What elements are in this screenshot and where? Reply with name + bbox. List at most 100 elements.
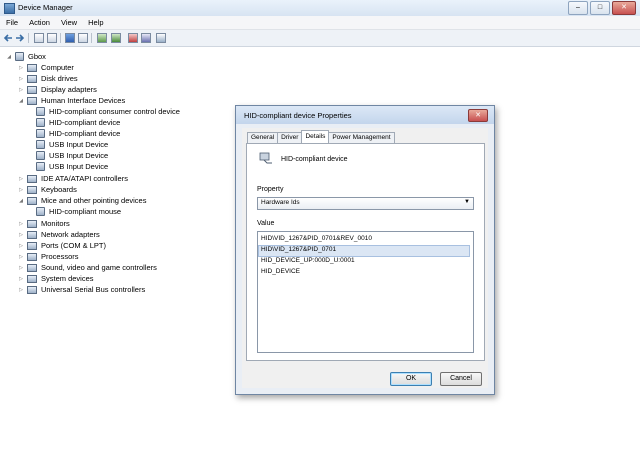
hid-device-icon: [36, 140, 45, 149]
expand-icon[interactable]: ▷: [18, 265, 24, 271]
ide-controller-icon: [27, 174, 37, 183]
keyboard-icon: [27, 185, 37, 194]
tree-child-label: USB Input Device: [49, 162, 109, 171]
property-dropdown[interactable]: Hardware Ids ▼: [257, 197, 474, 210]
tree-item-mice[interactable]: ◢ Mice and other pointing devices: [18, 195, 146, 206]
tab-general[interactable]: General: [247, 132, 279, 143]
tree-item-network-adapters[interactable]: ▷ Network adapters: [18, 229, 100, 240]
tab-power-management[interactable]: Power Management: [328, 132, 395, 143]
dialog-title-bar: HID-compliant device Properties ✕: [236, 106, 494, 124]
hid-device-icon: [259, 152, 272, 164]
tree-item-monitors[interactable]: ▷ Monitors: [18, 218, 70, 229]
ok-button[interactable]: OK: [390, 372, 432, 386]
hid-device-icon: [36, 107, 45, 116]
expand-icon[interactable]: ▷: [18, 65, 24, 71]
computer-icon: [15, 52, 24, 61]
value-listbox[interactable]: HID\VID_1267&PID_0701&REV_0010 HID\VID_1…: [257, 231, 474, 353]
tree-child-hid[interactable]: USB Input Device: [36, 161, 108, 172]
tree-item-sound[interactable]: ▷ Sound, video and game controllers: [18, 262, 157, 273]
hid-device-icon: [36, 118, 45, 127]
properties-sheet-icon[interactable]: [47, 33, 57, 43]
tree-child-hid[interactable]: HID-compliant device: [36, 128, 120, 139]
tab-details[interactable]: Details: [301, 130, 330, 143]
tree-item-ide-controllers[interactable]: ▷ IDE ATA/ATAPI controllers: [18, 173, 128, 184]
tree-item-label: Processors: [41, 252, 79, 261]
tree-item-usb-controllers[interactable]: ▷ Universal Serial Bus controllers: [18, 284, 145, 295]
expand-icon[interactable]: ▷: [18, 243, 24, 249]
tree-child-hid[interactable]: USB Input Device: [36, 139, 108, 150]
tree-root[interactable]: ◢ Gbox: [6, 51, 46, 62]
scan-hardware-icon[interactable]: [97, 33, 107, 43]
expand-icon[interactable]: ▷: [18, 176, 24, 182]
help-icon[interactable]: [65, 33, 75, 43]
tree-item-display-adapters[interactable]: ▷ Display adapters: [18, 84, 97, 95]
forward-arrow-icon[interactable]: [15, 33, 25, 43]
expand-icon[interactable]: ▷: [18, 76, 24, 82]
tree-item-ports[interactable]: ▷ Ports (COM & LPT): [18, 240, 106, 251]
tree-item-label: Keyboards: [41, 185, 77, 194]
tree-item-label: Human Interface Devices: [41, 96, 126, 105]
close-button[interactable]: ✕: [612, 1, 636, 15]
tree-child-hid[interactable]: USB Input Device: [36, 150, 108, 161]
expand-icon[interactable]: ▷: [18, 221, 24, 227]
expand-icon[interactable]: ▷: [18, 187, 24, 193]
tree-item-label: Display adapters: [41, 85, 97, 94]
property-label: Property: [257, 186, 284, 193]
expand-icon[interactable]: ▷: [18, 232, 24, 238]
console-icon[interactable]: [78, 33, 88, 43]
properties-dialog: HID-compliant device Properties ✕ Genera…: [235, 105, 495, 395]
menu-file[interactable]: File: [0, 16, 23, 29]
menu-help[interactable]: Help: [82, 16, 108, 29]
dialog-close-button[interactable]: ✕: [468, 109, 488, 122]
tree-child-label: USB Input Device: [49, 140, 109, 149]
expand-icon[interactable]: ▷: [18, 254, 24, 260]
collapse-icon[interactable]: ◢: [18, 198, 24, 204]
list-item[interactable]: HID_DEVICE_UP:000D_U:0001: [261, 257, 355, 267]
tree-item-label: Computer: [41, 63, 74, 72]
tree-item-label: Monitors: [41, 219, 70, 228]
update-driver-icon[interactable]: [111, 33, 121, 43]
tree-item-processors[interactable]: ▷ Processors: [18, 251, 79, 262]
sound-icon: [27, 263, 37, 272]
enable-icon[interactable]: [156, 33, 166, 43]
tree-item-disk-drives[interactable]: ▷ Disk drives: [18, 73, 78, 84]
dialog-body: General Driver Details Power Management …: [242, 128, 488, 388]
expand-icon[interactable]: ▷: [18, 287, 24, 293]
tree-item-label: Ports (COM & LPT): [41, 241, 107, 250]
list-item[interactable]: HID_DEVICE: [261, 268, 300, 278]
usb-icon: [27, 285, 37, 294]
maximize-button[interactable]: □: [590, 1, 610, 15]
list-item[interactable]: HID\VID_1267&PID_0701&REV_0010: [261, 235, 372, 245]
tree-item-computer[interactable]: ▷ Computer: [18, 62, 74, 73]
show-hide-tree-icon[interactable]: [34, 33, 44, 43]
list-item-selected[interactable]: HID\VID_1267&PID_0701: [258, 245, 470, 257]
tree-item-label: Universal Serial Bus controllers: [41, 285, 146, 294]
menu-view[interactable]: View: [55, 16, 82, 29]
tree-item-keyboards[interactable]: ▷ Keyboards: [18, 184, 77, 195]
window-controls: – □ ✕: [568, 1, 636, 15]
menu-action[interactable]: Action: [23, 16, 55, 29]
disable-icon[interactable]: [141, 33, 151, 43]
hid-device-icon: [36, 151, 45, 160]
tree-item-label: Sound, video and game controllers: [41, 263, 157, 272]
toolbar-separator: [91, 33, 92, 43]
cancel-button[interactable]: Cancel: [440, 372, 482, 386]
tab-driver[interactable]: Driver: [277, 132, 303, 143]
tree-child-hid[interactable]: HID-compliant device: [36, 117, 120, 128]
tree-child-hid[interactable]: HID-compliant consumer control device: [36, 106, 180, 117]
collapse-icon[interactable]: ◢: [18, 98, 24, 104]
mouse-icon: [27, 196, 37, 205]
minimize-button[interactable]: –: [568, 1, 588, 15]
tree-item-label: Mice and other pointing devices: [41, 196, 147, 205]
expand-icon[interactable]: ▷: [18, 276, 24, 282]
network-adapter-icon: [27, 230, 37, 239]
tree-child-mouse[interactable]: HID-compliant mouse: [36, 206, 121, 217]
uninstall-icon[interactable]: [128, 33, 138, 43]
toolbar: [0, 30, 640, 47]
tree-item-human-interface-devices[interactable]: ◢ Human Interface Devices: [18, 95, 125, 106]
collapse-icon[interactable]: ◢: [6, 54, 12, 60]
expand-icon[interactable]: ▷: [18, 87, 24, 93]
tree-item-system-devices[interactable]: ▷ System devices: [18, 273, 93, 284]
computer-icon: [27, 63, 37, 72]
back-arrow-icon[interactable]: [3, 33, 13, 43]
